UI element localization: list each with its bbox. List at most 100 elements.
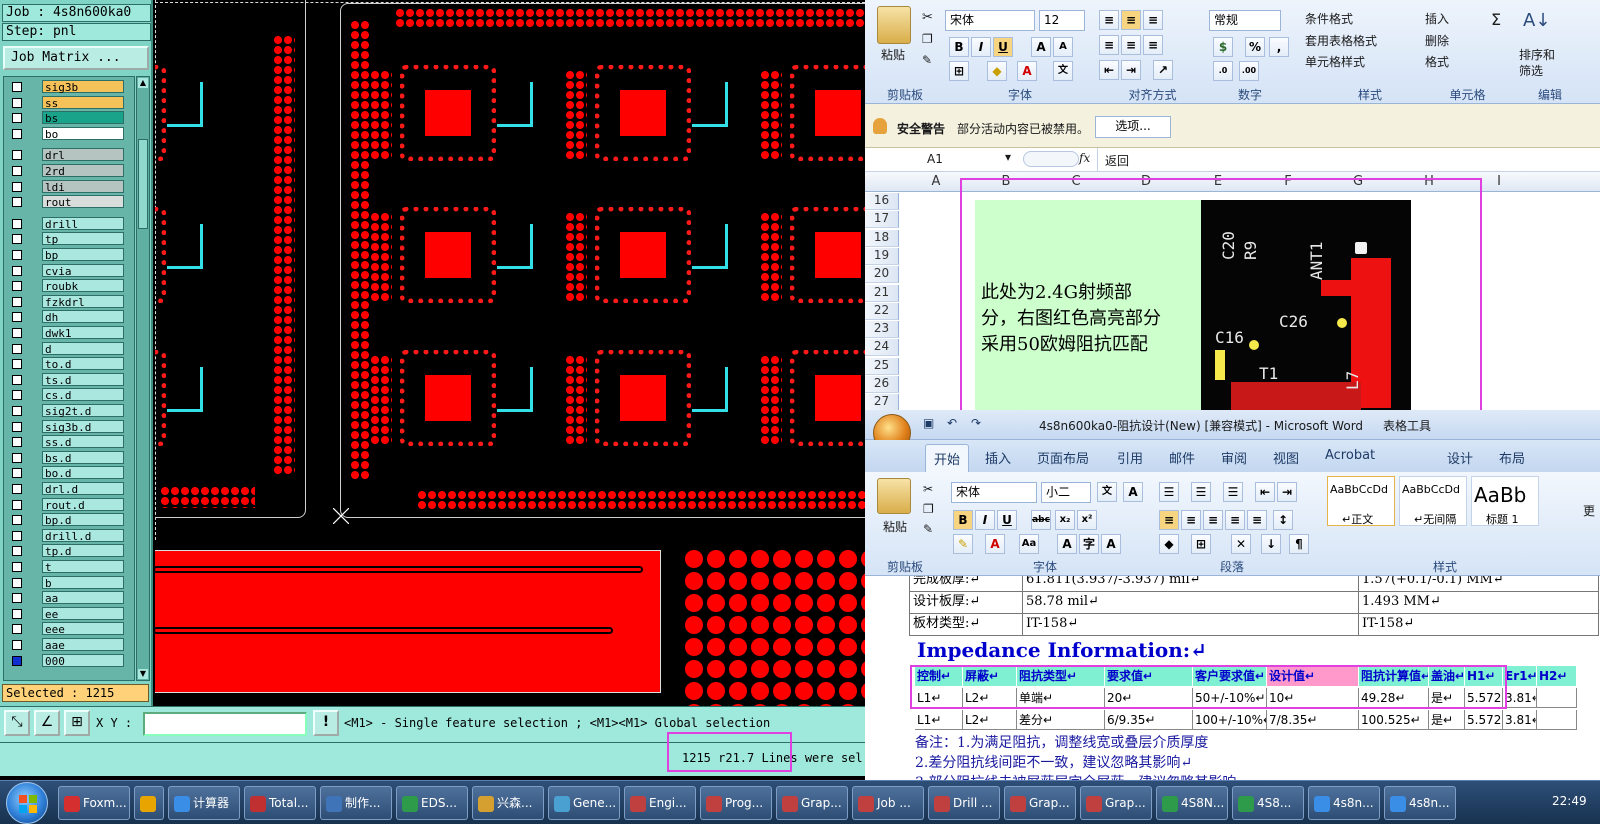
row-header[interactable]: 19 — [865, 247, 899, 265]
word-char-scale-button[interactable]: A — [1101, 534, 1121, 554]
taskbar-item[interactable]: Engi... — [624, 786, 696, 820]
taskbar-item[interactable]: 计算器 — [168, 786, 240, 820]
layer-checkbox[interactable] — [12, 546, 22, 557]
table-format-button[interactable]: 套用表格格式 — [1305, 32, 1377, 49]
style-item[interactable]: AaBb 标题 1 — [1471, 476, 1539, 526]
cell-style-button[interactable]: 单元格样式 — [1305, 53, 1365, 70]
style-item[interactable]: AaBbCcDd ↵无间隔 — [1399, 476, 1467, 526]
taskbar-item[interactable]: Job ... — [852, 786, 924, 820]
word-tab[interactable]: 引用 — [1117, 448, 1143, 467]
layer-row[interactable]: tp.d — [4, 543, 136, 559]
percent-button[interactable]: % — [1245, 37, 1265, 57]
word-enclose-button[interactable]: 字 — [1079, 534, 1099, 554]
copy-icon[interactable]: ❐ — [922, 32, 933, 46]
row-header[interactable]: 18 — [865, 229, 899, 247]
layer-checkbox[interactable] — [12, 166, 22, 176]
layer-row[interactable]: ss — [4, 95, 136, 111]
align-bottom-button[interactable]: ≡ — [1143, 10, 1163, 30]
alert-button[interactable]: ! — [313, 710, 339, 736]
layer-row[interactable]: roubk — [4, 278, 136, 294]
fill-color-button[interactable]: ◆ — [987, 61, 1007, 81]
word-shading-button[interactable]: A — [1057, 534, 1077, 554]
taskbar-item[interactable]: Prog... — [700, 786, 772, 820]
layer-row[interactable]: d — [4, 341, 136, 357]
row-header[interactable]: 16 — [865, 193, 899, 210]
undo-icon[interactable]: ↶ — [947, 416, 957, 430]
layer-checkbox[interactable] — [12, 296, 22, 307]
layer-checkbox[interactable] — [12, 234, 22, 245]
layer-checkbox[interactable] — [12, 181, 22, 192]
formula-input[interactable]: 返回 — [1105, 152, 1129, 169]
conditional-format-button[interactable]: 条件格式 — [1305, 10, 1353, 27]
word-justify-button[interactable]: ≡ — [1225, 510, 1245, 530]
layer-checkbox[interactable] — [12, 406, 22, 416]
layer-checkbox[interactable] — [12, 113, 22, 124]
taskbar-item[interactable]: Gene... — [548, 786, 620, 820]
word-change-case-button[interactable]: Aa — [1019, 534, 1039, 554]
layer-checkbox[interactable] — [12, 452, 22, 463]
taskbar-item[interactable] — [134, 786, 164, 820]
indent-increase-button[interactable]: ⇥ — [1121, 60, 1141, 80]
layer-checkbox[interactable] — [12, 343, 22, 354]
layer-list-scrollbar[interactable]: ▲ ▼ — [136, 76, 150, 681]
paste-icon[interactable] — [877, 6, 911, 44]
row-header[interactable]: 17 — [865, 211, 899, 229]
layer-row[interactable]: tp — [4, 231, 136, 247]
layer-checkbox[interactable] — [12, 312, 22, 323]
word-tab[interactable]: 布局 — [1499, 448, 1525, 467]
layer-row[interactable]: cs.d — [4, 387, 136, 403]
layer-row[interactable]: aa — [4, 590, 136, 606]
word-paste-icon[interactable] — [877, 478, 911, 514]
layer-checkbox[interactable] — [12, 374, 22, 385]
layer-row[interactable]: bp — [4, 247, 136, 263]
layer-row[interactable]: aae — [4, 637, 136, 653]
word-align-right-button[interactable]: ≡ — [1203, 510, 1223, 530]
layer-row[interactable]: drl.d — [4, 481, 136, 497]
layer-checkbox[interactable] — [12, 197, 22, 208]
layer-row[interactable]: fzkdrl — [4, 294, 136, 310]
word-font-size-select[interactable]: 小二 — [1041, 482, 1091, 503]
paste-button[interactable]: 粘贴 — [881, 46, 905, 63]
orientation-button[interactable]: ↗ — [1153, 60, 1173, 80]
word-strike-button[interactable]: abc — [1031, 510, 1051, 530]
layer-row[interactable]: b — [4, 575, 136, 591]
word-para-shading-button[interactable]: ◆ — [1159, 534, 1179, 554]
align-left-button[interactable]: ≡ — [1099, 35, 1119, 55]
word-char-border-button[interactable]: A — [1123, 482, 1143, 502]
layer-row[interactable]: cvia — [4, 263, 136, 279]
font-name-select[interactable]: 宋体 — [945, 10, 1035, 31]
layer-checkbox[interactable] — [12, 359, 22, 370]
sort-button[interactable]: ↓ — [1261, 534, 1281, 554]
style-item[interactable]: AaBbCcDd ↵正文 — [1327, 476, 1395, 526]
word-tab[interactable]: 视图 — [1273, 448, 1299, 467]
delete-cells-button[interactable]: 删除 — [1425, 32, 1449, 49]
layer-checkbox[interactable] — [12, 437, 22, 448]
name-box-dropdown-icon[interactable]: ▾ — [1005, 150, 1011, 164]
phonetic-button[interactable]: 文 — [1053, 61, 1073, 81]
word-tab[interactable]: Acrobat — [1325, 448, 1375, 463]
layer-checkbox[interactable] — [12, 390, 22, 401]
insert-cells-button[interactable]: 插入 — [1425, 10, 1449, 27]
layer-row[interactable]: bo.d — [4, 465, 136, 481]
layer-checkbox[interactable] — [12, 562, 22, 572]
autosum-icon[interactable]: Σ — [1491, 10, 1501, 29]
layer-row[interactable]: rout.d — [4, 497, 136, 513]
change-style-button[interactable]: 更 — [1583, 502, 1595, 519]
layer-checkbox[interactable] — [12, 97, 22, 108]
taskbar-item[interactable]: 4s8n... — [1308, 786, 1380, 820]
layer-row[interactable]: eee — [4, 621, 136, 637]
indent-button[interactable]: ⇥ — [1277, 482, 1297, 502]
format-painter-icon[interactable]: ✎ — [922, 53, 932, 67]
multilevel-button[interactable]: ☰ — [1223, 482, 1243, 502]
taskbar-item[interactable]: Drill ... — [928, 786, 1000, 820]
font-color-button[interactable]: A — [1017, 61, 1037, 81]
layer-row[interactable]: sig2t.d — [4, 403, 136, 419]
layer-row[interactable]: drill.d — [4, 528, 136, 544]
layer-row[interactable]: t — [4, 559, 136, 575]
taskbar-item[interactable]: 4s8n... — [1384, 786, 1456, 820]
grow-font-button[interactable]: A — [1031, 37, 1051, 57]
taskbar-item[interactable]: 兴森... — [472, 786, 544, 820]
word-font-select[interactable]: 宋体 — [951, 482, 1037, 503]
layer-row[interactable]: bo — [4, 126, 136, 142]
taskbar-item[interactable]: Total... — [244, 786, 316, 820]
